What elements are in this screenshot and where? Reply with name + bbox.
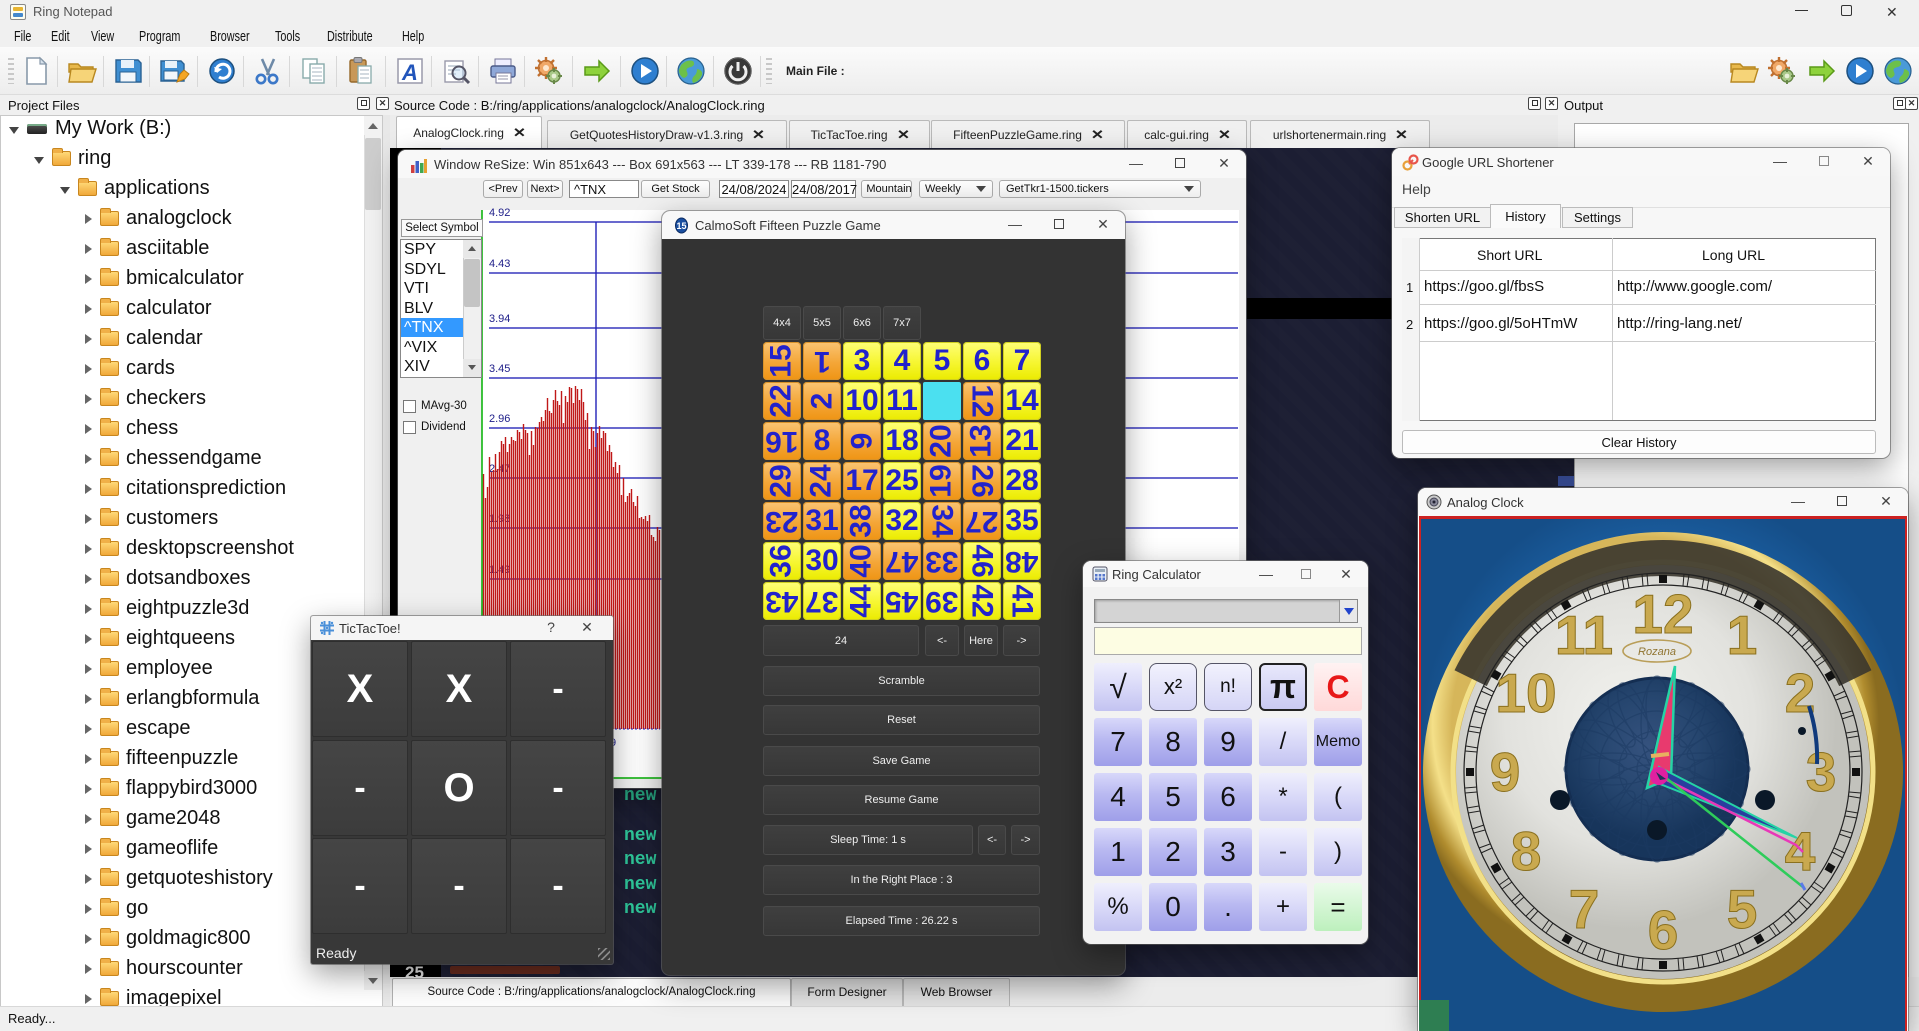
svg-text:1: 1	[1727, 604, 1758, 666]
svg-text:Rozana: Rozana	[1638, 646, 1676, 658]
svg-text:4.92: 4.92	[489, 207, 510, 219]
svg-text:3: 3	[1806, 741, 1837, 803]
svg-text:6: 6	[1648, 899, 1679, 961]
svg-text:7: 7	[1569, 878, 1600, 940]
svg-text:5: 5	[1727, 878, 1758, 940]
svg-text:10: 10	[1495, 662, 1556, 724]
svg-text:3.45: 3.45	[489, 363, 510, 375]
svg-text:3.94: 3.94	[489, 313, 510, 325]
svg-text:15: 15	[676, 221, 686, 231]
svg-text:8: 8	[1511, 820, 1542, 882]
svg-text:4.43: 4.43	[489, 258, 510, 270]
svg-text:12: 12	[1632, 583, 1693, 645]
svg-text:A: A	[401, 60, 418, 85]
svg-text:9: 9	[1490, 741, 1521, 803]
svg-text:11: 11	[1555, 604, 1613, 666]
svg-text:4: 4	[1785, 820, 1816, 882]
svg-text:2.96: 2.96	[489, 413, 510, 425]
